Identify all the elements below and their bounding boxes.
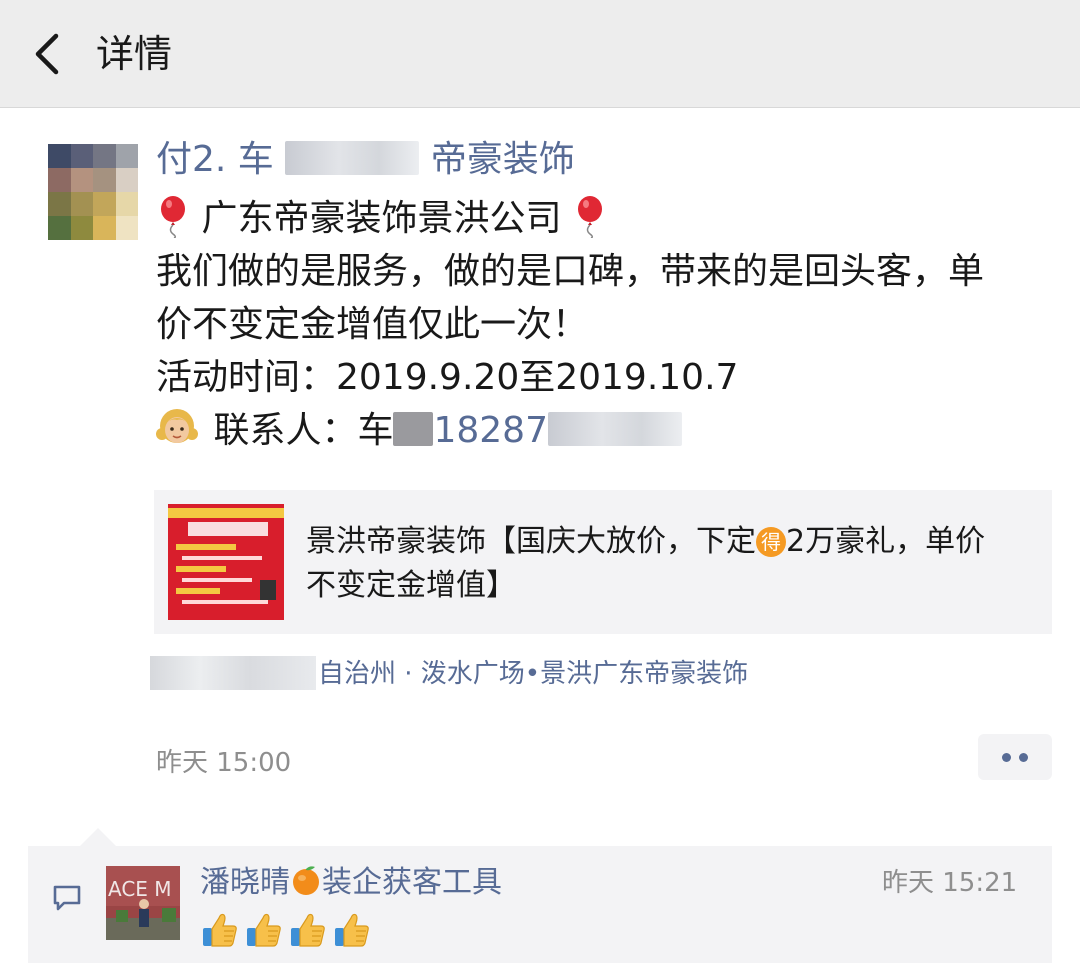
redacted-phone-blur xyxy=(548,412,682,446)
de-badge-icon: 得 xyxy=(756,527,786,557)
comments-section: ACE M 潘晓晴 装企获客工具 昨天 15:21 xyxy=(28,828,1052,963)
content-line-3: 价不变定金增值仅此一次！ xyxy=(156,304,589,345)
link-thumbnail xyxy=(168,504,284,620)
post-content: 广东帝豪装饰景洪公司 我们做的是服务，做的是口碑，带来的是回头客，单 价不变定金… xyxy=(156,192,1056,457)
commenter-avatar[interactable]: ACE M xyxy=(106,866,180,940)
commenter-name[interactable]: 潘晓晴 装企获客工具 xyxy=(200,862,502,904)
post-timestamp: 昨天 15:00 xyxy=(156,748,292,778)
svg-text:ACE M: ACE M xyxy=(108,877,172,901)
thumbs-up-icon xyxy=(247,913,281,947)
comment-text xyxy=(200,910,376,956)
commenter-name-suffix: 装企获客工具 xyxy=(322,865,502,900)
redacted-contact-blur xyxy=(393,412,434,446)
moment-post: 付2. 车 帝豪装饰 广东帝豪装饰景洪公司 我们做的是服务，做的是口碑，带来的是… xyxy=(0,108,1080,963)
thumbs-up-icon xyxy=(335,913,369,947)
comment-icon xyxy=(53,885,81,911)
redacted-name-blur xyxy=(285,141,420,175)
more-actions-button[interactable] xyxy=(978,734,1052,780)
link-title-line2: 不变定金增值】 xyxy=(306,568,516,603)
more-dots-icon xyxy=(1002,753,1011,762)
navigation-bar: 详情 xyxy=(0,0,1080,108)
link-title: 景洪帝豪装饰【国庆大放价，下定得 2万豪礼，单价 不变定金增值】 xyxy=(306,520,1036,608)
contact-phone-link[interactable]: 18287 xyxy=(433,410,548,451)
redacted-location-blur xyxy=(150,656,316,690)
author-avatar[interactable] xyxy=(48,144,138,240)
location-text: 自治州 · 泼水广场•景洪广东帝豪装饰 xyxy=(318,659,749,689)
comments-caret xyxy=(80,828,116,846)
link-title-part1: 景洪帝豪装饰【国庆大放价，下定 xyxy=(306,524,756,559)
page-title: 详情 xyxy=(96,32,173,76)
red-balloon-icon xyxy=(161,196,185,238)
more-dots-icon xyxy=(1019,753,1028,762)
author-name-prefix: 付2. 车 xyxy=(156,139,274,180)
commenter-name-main: 潘晓晴 xyxy=(200,865,290,900)
red-balloon-icon xyxy=(577,196,602,238)
thumbs-up-icon xyxy=(291,913,325,947)
shared-link-card[interactable]: 景洪帝豪装饰【国庆大放价，下定得 2万豪礼，单价 不变定金增值】 xyxy=(154,490,1052,634)
contact-label: 联系人：车 xyxy=(213,410,394,451)
link-title-part2: 2万豪礼，单价 xyxy=(786,524,986,559)
content-line-4: 活动时间：2019.9.20至2019.10.7 xyxy=(156,357,739,398)
location-link[interactable]: 自治州 · 泼水广场•景洪广东帝豪装饰 xyxy=(150,654,748,694)
author-name-suffix: 帝豪装饰 xyxy=(430,139,575,180)
content-line-1: 广东帝豪装饰景洪公司 xyxy=(156,192,1056,245)
thumbs-up-icon xyxy=(203,913,237,947)
girl-emoji-icon xyxy=(156,409,198,443)
content-line-2: 我们做的是服务，做的是口碑，带来的是回头客，单 xyxy=(156,251,985,292)
back-chevron-icon[interactable] xyxy=(30,30,66,78)
tangerine-icon xyxy=(293,866,319,895)
content-line-5: 联系人：车 18287 xyxy=(156,404,1056,457)
comment-time: 昨天 15:21 xyxy=(882,868,1018,898)
company-title: 广东帝豪装饰景洪公司 xyxy=(201,198,562,239)
author-name[interactable]: 付2. 车 帝豪装饰 xyxy=(156,136,575,184)
